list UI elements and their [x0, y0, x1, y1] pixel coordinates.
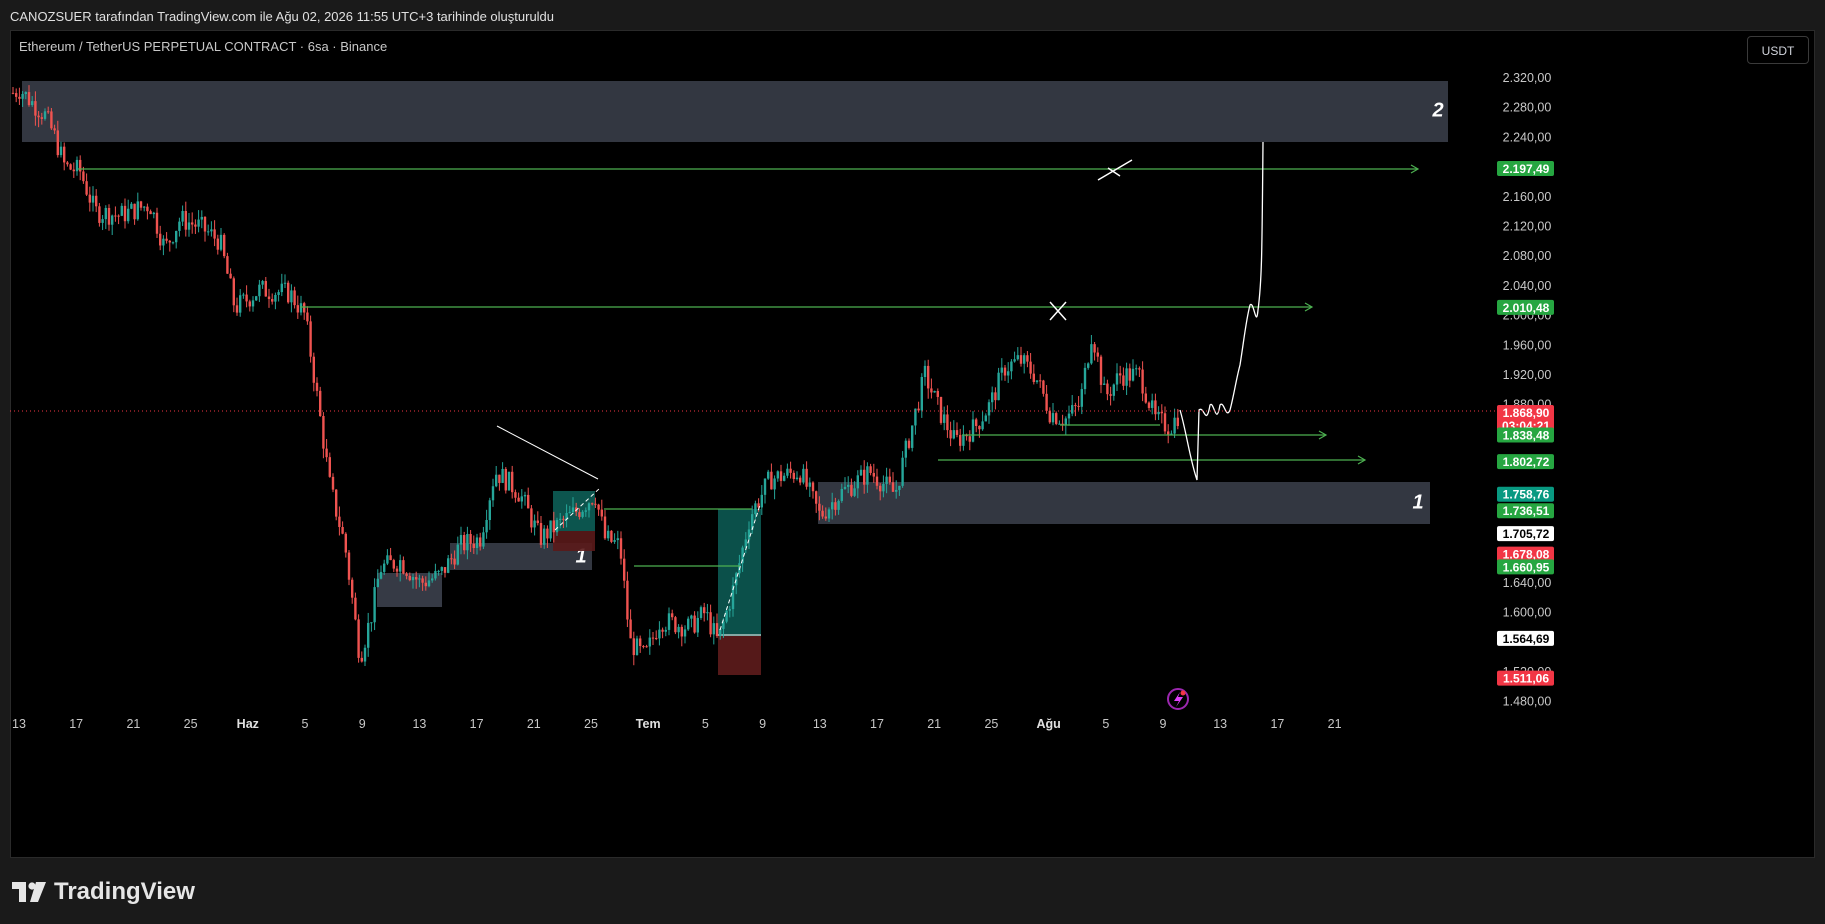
- currency-button[interactable]: USDT: [1747, 36, 1809, 64]
- chart-attribution: CANOZSUER tarafından TradingView.com ile…: [10, 9, 555, 24]
- tradingview-logo[interactable]: TradingView: [12, 878, 195, 906]
- tradingview-brand: TradingView: [54, 878, 195, 905]
- symbol-title[interactable]: Ethereum / TetherUS PERPETUAL CONTRACT ·…: [19, 39, 387, 54]
- tradingview-logo-icon: [12, 882, 46, 902]
- chart-area[interactable]: [10, 30, 1815, 858]
